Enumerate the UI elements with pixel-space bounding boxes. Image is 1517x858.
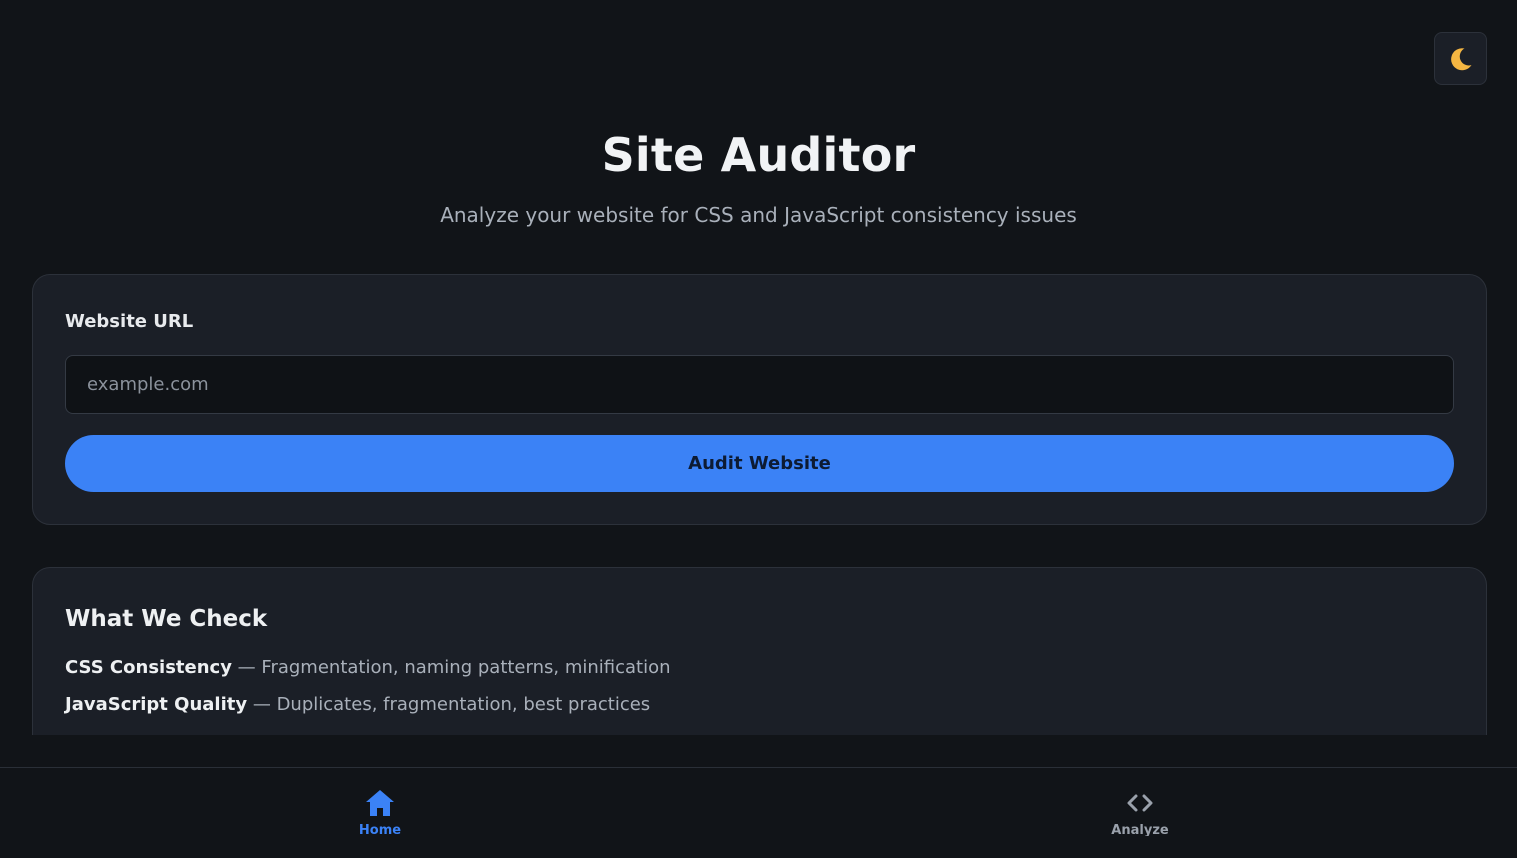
check-item-javascript: JavaScript Quality — Duplicates, fragmen…: [65, 694, 650, 715]
nav-label-home: Home: [358, 823, 402, 836]
nav-label-analyze: Analyze: [1111, 823, 1169, 836]
check-item-separator: —: [231, 657, 262, 678]
audit-form-card: Website URL Audit Website: [32, 274, 1487, 525]
moon-icon: [1450, 47, 1471, 70]
website-url-label: Website URL: [65, 311, 194, 332]
bottom-navigation: Home Analyze: [0, 767, 1517, 858]
what-we-check-card: What We Check CSS Consistency — Fragment…: [32, 567, 1487, 757]
check-item-name: JavaScript Quality: [65, 694, 248, 715]
website-url-input[interactable]: [65, 355, 1454, 414]
page-subtitle: Analyze your website for CSS and JavaScr…: [440, 203, 1077, 227]
check-item-css: CSS Consistency — Fragmentation, naming …: [65, 657, 671, 678]
nav-item-analyze[interactable]: Analyze: [1080, 786, 1200, 846]
check-item-name: CSS Consistency: [65, 657, 232, 678]
theme-toggle-button[interactable]: [1434, 32, 1487, 85]
what-we-check-heading: What We Check: [65, 606, 268, 632]
check-item-description: Fragmentation, naming patterns, minifica…: [261, 657, 671, 678]
home-icon: [366, 790, 394, 816]
page-title: Site Auditor: [601, 128, 916, 182]
code-icon: [1127, 794, 1153, 812]
check-item-description: Duplicates, fragmentation, best practice…: [276, 694, 651, 715]
check-item-separator: —: [247, 694, 277, 715]
scroll-mask: [0, 735, 1517, 768]
audit-website-button[interactable]: Audit Website: [65, 435, 1454, 492]
nav-item-home[interactable]: Home: [320, 786, 440, 846]
